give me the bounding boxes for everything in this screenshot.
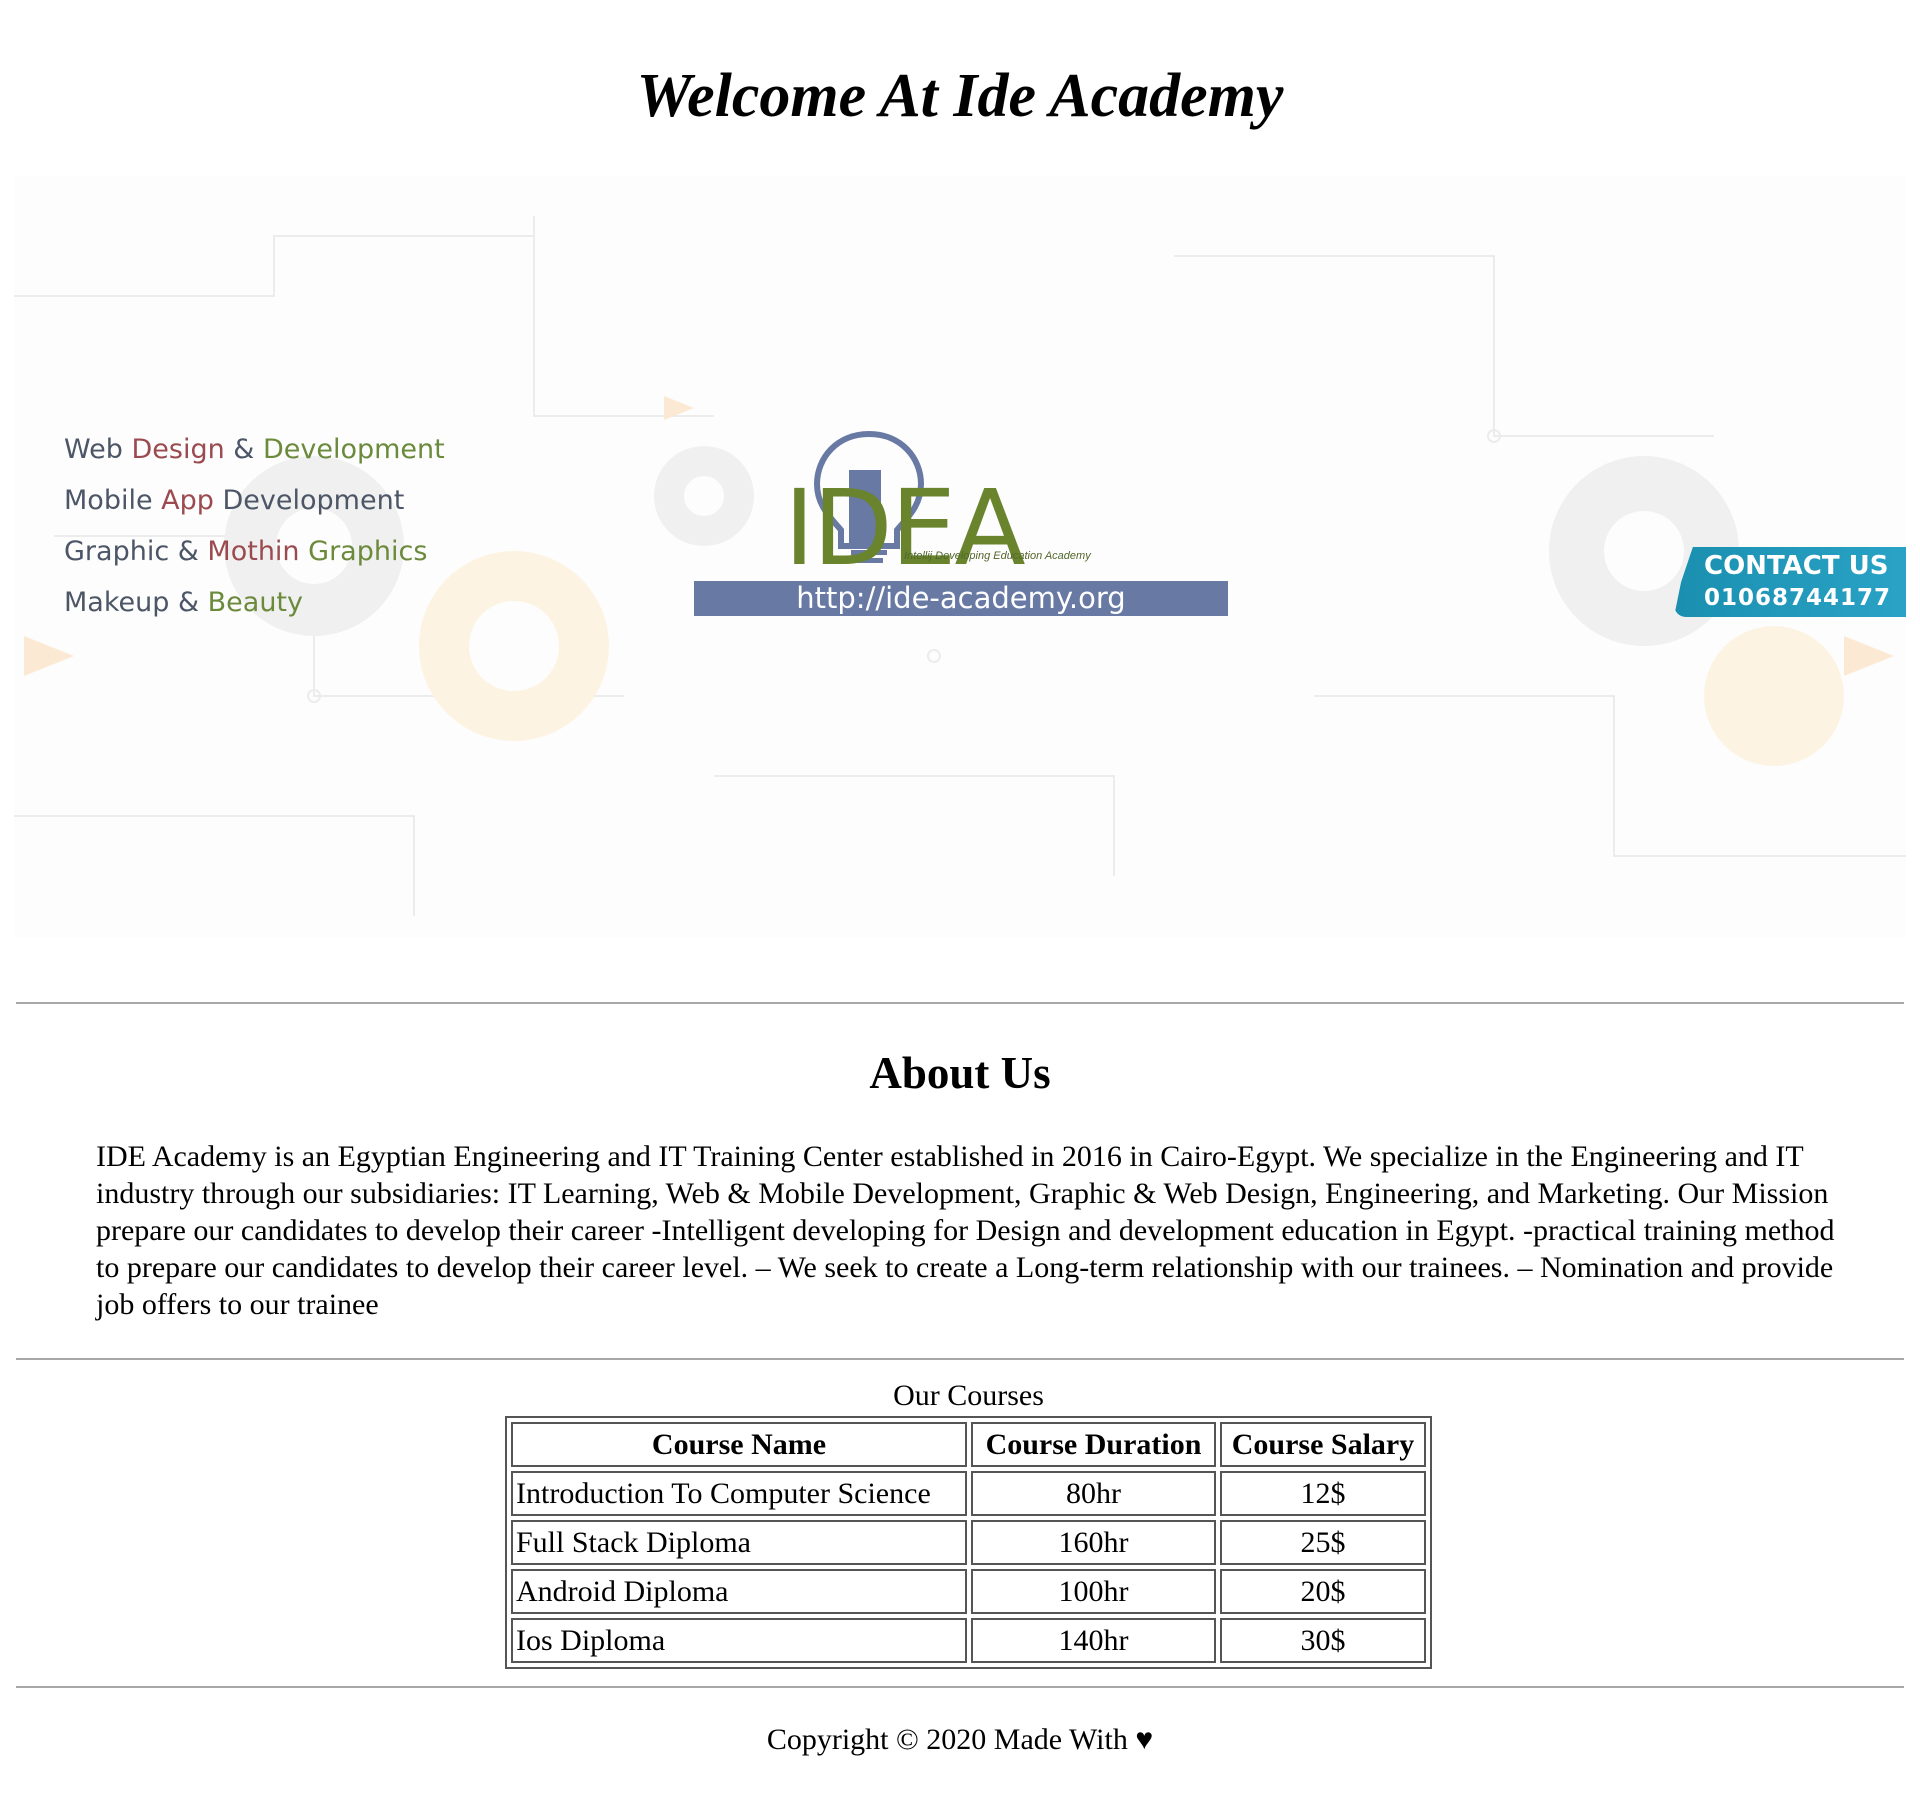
about-heading: About Us: [869, 1048, 1051, 1098]
course-salary-cell: 12$: [1220, 1471, 1426, 1516]
service-item-mobile-app: Mobile App Development: [64, 485, 405, 516]
contact-us-badge: CONTACT US 01068744177: [1674, 547, 1906, 617]
divider: [16, 1686, 1904, 1688]
course-salary-cell: 20$: [1220, 1569, 1426, 1614]
divider: [16, 1358, 1904, 1360]
table-row: Ios Diploma 140hr 30$: [511, 1618, 1426, 1663]
about-paragraph: IDE Academy is an Egyptian Engineering a…: [96, 1140, 1835, 1321]
service-item-web-design: Web Design & Development: [64, 434, 445, 465]
footer-copyright: Copyright © 2020 Made With ♥: [766, 1723, 1154, 1756]
contact-label: CONTACT US: [1704, 551, 1889, 581]
table-row: Introduction To Computer Science 80hr 12…: [511, 1471, 1426, 1516]
course-duration-cell: 80hr: [971, 1471, 1216, 1516]
course-duration-cell: 160hr: [971, 1520, 1216, 1565]
logo-tagline: Intellij Developing Education Academy: [904, 550, 1091, 562]
logo-wordmark: IDEA: [784, 467, 1026, 589]
table-caption: Our Courses: [893, 1379, 1044, 1412]
column-header: Course Salary: [1220, 1422, 1426, 1467]
table-row: Android Diploma 100hr 20$: [511, 1569, 1426, 1614]
services-list: Web Design & Development Mobile App Deve…: [64, 424, 445, 628]
courses-table: Our Courses Course Name Course Duration …: [505, 1376, 1432, 1669]
course-salary-cell: 25$: [1220, 1520, 1426, 1565]
website-url: http://ide-academy.org: [694, 581, 1228, 616]
course-salary-cell: 30$: [1220, 1618, 1426, 1663]
divider: [16, 1002, 1904, 1004]
contact-phone: 01068744177: [1704, 585, 1892, 611]
course-name-cell: Introduction To Computer Science: [511, 1471, 967, 1516]
page-title: Welcome At Ide Academy: [636, 62, 1284, 130]
course-duration-cell: 100hr: [971, 1569, 1216, 1614]
table-header-row: Course Name Course Duration Course Salar…: [511, 1422, 1426, 1467]
course-duration-cell: 140hr: [971, 1618, 1216, 1663]
service-item-makeup: Makeup & Beauty: [64, 587, 303, 618]
idea-logo: IDEA Intellij Developing Education Acade…: [694, 426, 1254, 626]
column-header: Course Name: [511, 1422, 967, 1467]
service-item-graphics: Graphic & Mothin Graphics: [64, 536, 428, 567]
course-name-cell: Full Stack Diploma: [511, 1520, 967, 1565]
table-row: Full Stack Diploma 160hr 25$: [511, 1520, 1426, 1565]
banner-image: Web Design & Development Mobile App Deve…: [14, 176, 1906, 938]
course-name-cell: Android Diploma: [511, 1569, 967, 1614]
course-name-cell: Ios Diploma: [511, 1618, 967, 1663]
column-header: Course Duration: [971, 1422, 1216, 1467]
